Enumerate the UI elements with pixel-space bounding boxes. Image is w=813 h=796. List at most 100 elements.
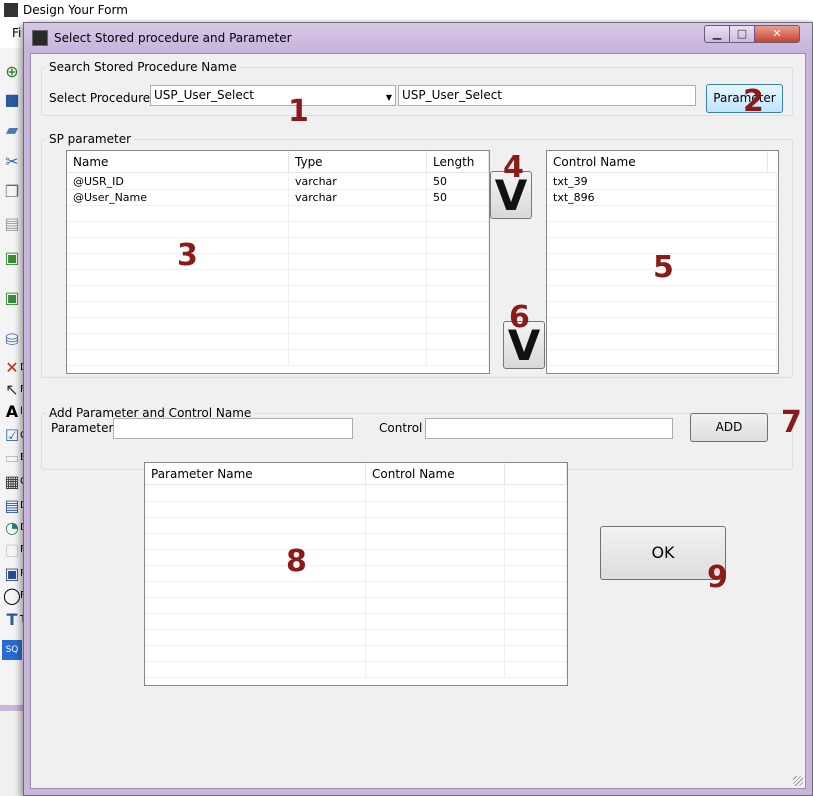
- annotation-marker-5: 5: [653, 250, 674, 285]
- table-row-empty: [67, 254, 489, 270]
- table-row-empty: [547, 286, 778, 302]
- annotation-marker-8: 8: [286, 544, 307, 579]
- annotation-marker-6: 6: [509, 300, 530, 335]
- annotation-marker-4: 4: [503, 150, 524, 185]
- table-row-empty: [145, 502, 567, 518]
- pointer-icon[interactable]: ↖: [2, 380, 22, 400]
- annotation-marker-3: 3: [177, 238, 198, 273]
- search-group-legend: Search Stored Procedure Name: [49, 60, 237, 74]
- table-row-empty: [145, 630, 567, 646]
- table-row-empty: [547, 350, 778, 366]
- column-header-control-name[interactable]: Control Name: [547, 151, 769, 173]
- select-procedure-label: Select Procedure: [49, 91, 151, 105]
- sp-parameter-grid[interactable]: Name Type Length @USR_ID varchar 50 @Use…: [66, 150, 490, 374]
- sql-tool-icon[interactable]: SQ: [2, 640, 22, 660]
- table-cell: 50: [427, 190, 489, 206]
- table-row-empty: [547, 318, 778, 334]
- table-row-empty: [145, 550, 567, 566]
- annotation-marker-2: 2: [743, 84, 764, 119]
- datetime-tool-icon[interactable]: ◔: [2, 518, 22, 538]
- background-titlebar: Design Your Form: [0, 0, 813, 20]
- dialog-app-icon: [32, 30, 48, 46]
- table-row-empty: [145, 486, 567, 502]
- table-row-empty: [67, 318, 489, 334]
- table-row-empty: [145, 662, 567, 678]
- table-row-empty: [547, 206, 778, 222]
- minimize-button[interactable]: ▁: [704, 25, 730, 43]
- chevron-down-icon[interactable]: ▼: [386, 90, 392, 105]
- column-header-control-name[interactable]: Control Name: [366, 463, 505, 485]
- table-row[interactable]: txt_896: [547, 190, 778, 206]
- table-row-empty: [145, 534, 567, 550]
- control-label: Control: [379, 421, 423, 435]
- paste-icon[interactable]: ▤: [2, 214, 22, 234]
- table-row-empty: [67, 302, 489, 318]
- parameter-control-grid[interactable]: Parameter Name Control Name: [144, 462, 568, 686]
- delete-icon[interactable]: ✕: [2, 358, 22, 378]
- table-row-empty: [67, 222, 489, 238]
- table-row-empty: [145, 582, 567, 598]
- table-row[interactable]: @User_Name varchar 50: [67, 190, 489, 206]
- parameter-label: Parameter: [51, 421, 114, 435]
- table-row-empty: [145, 518, 567, 534]
- button-tool-icon[interactable]: ▭: [2, 448, 22, 468]
- parameter-field[interactable]: [113, 418, 353, 439]
- table-row-empty: [67, 270, 489, 286]
- dialog-titlebar[interactable]: Select Stored procedure and Parameter: [24, 23, 812, 53]
- table-cell: varchar: [289, 174, 427, 190]
- table-row-empty: [145, 566, 567, 582]
- table-cell: txt_896: [547, 190, 777, 206]
- table-cell: 50: [427, 174, 489, 190]
- table-row[interactable]: @USR_ID varchar 50: [67, 174, 489, 190]
- database-icon[interactable]: ⛁: [2, 330, 22, 350]
- cut-icon[interactable]: ✂: [2, 152, 22, 172]
- table-cell: @User_Name: [67, 190, 289, 206]
- label-tool-icon[interactable]: A: [2, 402, 22, 422]
- column-header-type[interactable]: Type: [289, 151, 427, 173]
- column-header-length[interactable]: Length: [427, 151, 489, 173]
- datagrid-tool-icon[interactable]: ▤: [2, 496, 22, 516]
- procedure-combobox[interactable]: USP_User_Select ▼: [150, 85, 396, 106]
- save-icon[interactable]: ■: [2, 90, 22, 110]
- resize-grip[interactable]: [793, 776, 803, 786]
- close-button[interactable]: ✕: [754, 25, 800, 43]
- sp-parameter-grid-header: Name Type Length: [67, 151, 489, 173]
- maximize-button[interactable]: □: [729, 25, 755, 43]
- picturebox-tool-icon[interactable]: ▣: [2, 564, 22, 584]
- column-header-name[interactable]: Name: [67, 151, 289, 173]
- panel-tool-icon[interactable]: ▢: [2, 540, 22, 560]
- copy-icon[interactable]: ❐: [2, 182, 22, 202]
- table-row-empty: [547, 334, 778, 350]
- annotation-marker-7: 7: [781, 405, 802, 440]
- table-row-empty: [67, 334, 489, 350]
- procedure-name-field[interactable]: USP_User_Select: [398, 85, 696, 106]
- table-row-empty: [547, 302, 778, 318]
- control-grid-header: Control Name: [547, 151, 778, 173]
- table-row-empty: [547, 222, 778, 238]
- table-cell: txt_39: [547, 174, 777, 190]
- column-header-parameter-name[interactable]: Parameter Name: [145, 463, 366, 485]
- table-cell: varchar: [289, 190, 427, 206]
- image-icon[interactable]: ▣: [2, 248, 22, 268]
- menu-item-file[interactable]: Fi: [12, 26, 21, 40]
- result-grid-header: Parameter Name Control Name: [145, 463, 567, 485]
- textbox-tool-icon[interactable]: T: [2, 610, 22, 630]
- new-form-icon[interactable]: ⊕: [2, 62, 22, 82]
- background-title: Design Your Form: [23, 3, 128, 17]
- combobox-tool-icon[interactable]: ▦: [2, 472, 22, 492]
- table-row[interactable]: txt_39: [547, 174, 778, 190]
- annotation-marker-9: 9: [707, 560, 728, 595]
- control-field[interactable]: [425, 418, 673, 439]
- open-folder-icon[interactable]: ▰: [2, 120, 22, 140]
- table-row-empty: [145, 646, 567, 662]
- dialog-client-area: Search Stored Procedure Name Select Proc…: [30, 53, 806, 789]
- add-button[interactable]: ADD: [690, 413, 768, 442]
- table-cell: @USR_ID: [67, 174, 289, 190]
- picture-icon[interactable]: ▣: [2, 288, 22, 308]
- procedure-combobox-value: USP_User_Select: [154, 88, 255, 102]
- table-row-empty: [145, 598, 567, 614]
- checkbox-tool-icon[interactable]: ☑: [2, 426, 22, 446]
- radio-tool-icon[interactable]: ◯: [2, 586, 22, 606]
- table-row-empty: [67, 286, 489, 302]
- app-icon: [4, 3, 18, 17]
